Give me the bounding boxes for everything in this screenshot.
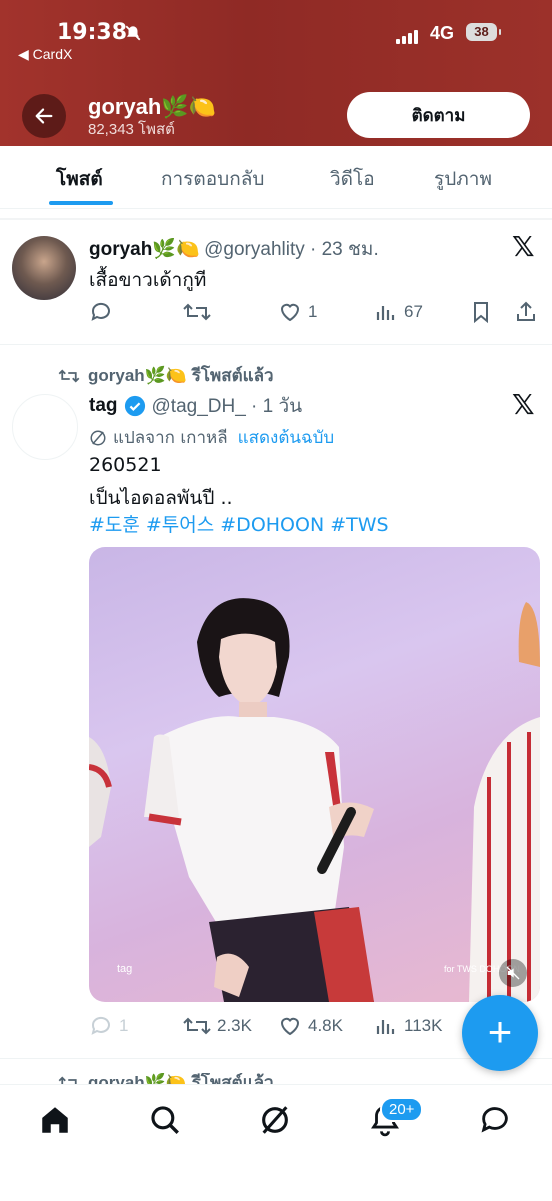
network-type: 4G <box>430 23 455 43</box>
x-logo-icon: 𝕏 <box>512 388 535 421</box>
repost-icon <box>58 368 80 383</box>
view-count: 67 <box>404 302 423 321</box>
translation-info: แปลจาก เกาหลี แสดงต้นฉบับ <box>89 424 334 451</box>
follow-button[interactable]: ติดตาม <box>347 92 530 138</box>
repost-icon <box>183 1017 211 1035</box>
repost-indicator: goryah🌿🍋 รีโพสต์แล้ว <box>58 362 274 389</box>
hashtag-link[interactable]: #DOHOON <box>220 514 324 536</box>
like-count: 1 <box>308 302 318 321</box>
mute-button[interactable] <box>499 959 527 987</box>
battery-icon: 38 <box>466 23 501 41</box>
tab-posts[interactable]: โพสต์ <box>56 164 103 194</box>
search-icon[interactable] <box>148 1103 182 1137</box>
like-button[interactable]: 4.8K <box>278 1014 343 1038</box>
tweet-text-line: เป็นไอดอลพันปี .. <box>89 487 233 509</box>
reply-icon <box>91 1016 110 1035</box>
repost-icon <box>183 303 211 321</box>
speaker-muted-icon <box>506 966 520 980</box>
views-icon <box>376 1020 395 1034</box>
translated-from: แปลจาก เกาหลี <box>113 428 228 448</box>
repost-count: 2.3K <box>217 1016 252 1035</box>
reply-count: 1 <box>119 1016 129 1035</box>
post-count: 82,343 โพสต์ <box>88 121 175 138</box>
tab-images[interactable]: รูปภาพ <box>434 164 492 194</box>
reply-icon <box>91 302 110 321</box>
repost-label: goryah🌿🍋 รีโพสต์แล้ว <box>88 1073 274 1084</box>
author-name[interactable]: tag <box>89 395 118 417</box>
messages-icon[interactable] <box>478 1103 512 1137</box>
profile-header-banner: 19:38 ◀ CardX 4G 38 goryah🌿🍋 82,343 โพสต… <box>0 0 552 146</box>
heart-icon <box>280 303 300 322</box>
hashtag-link[interactable]: #투어스 <box>146 514 214 536</box>
repost-icon <box>58 1075 77 1084</box>
signal-icon <box>396 28 422 44</box>
bookmark-icon <box>474 302 488 324</box>
like-button[interactable]: 1 <box>278 300 317 324</box>
views-icon <box>376 306 395 320</box>
video-frame-illustration: tag for TWS DOHOON <box>89 598 540 1002</box>
hashtag-link[interactable]: #TWS <box>330 514 388 536</box>
compose-post-button[interactable]: + <box>462 995 538 1071</box>
repost-label: goryah🌿🍋 รีโพสต์แล้ว <box>88 366 274 385</box>
views-button[interactable]: 67 <box>374 300 423 324</box>
hashtags: #도훈 #투어스 #DOHOON #TWS <box>89 510 395 537</box>
tweet-video[interactable]: tag for TWS DOHOON <box>89 547 540 1002</box>
repost-button[interactable]: 2.3K <box>183 1014 252 1038</box>
author-handle[interactable]: @goryahlity · 23 ชม. <box>204 239 379 260</box>
verified-badge-icon <box>124 395 145 417</box>
home-icon[interactable] <box>38 1103 72 1137</box>
avatar[interactable] <box>12 394 78 460</box>
divider <box>0 1058 552 1059</box>
arrow-left-icon <box>35 108 53 124</box>
view-count: 113K <box>404 1016 443 1035</box>
share-button[interactable] <box>514 300 544 324</box>
active-tab-indicator <box>49 201 113 205</box>
globe-slash-icon <box>90 430 106 445</box>
divider <box>0 344 552 345</box>
like-count: 4.8K <box>308 1016 343 1035</box>
tab-videos[interactable]: วิดีโอ <box>330 164 375 194</box>
video-watermark-left: tag <box>117 963 132 975</box>
tweet-text: เสื้อขาวเด้ากูที <box>89 269 207 291</box>
back-button[interactable] <box>22 94 66 138</box>
x-logo-icon: 𝕏 <box>512 230 535 263</box>
author-name[interactable]: goryah🌿🍋 <box>89 239 200 260</box>
reply-button[interactable] <box>89 300 119 324</box>
tweet-text-line: 260521 <box>89 454 162 476</box>
status-bar: 19:38 ◀ CardX 4G 38 <box>0 18 552 66</box>
bottom-navigation: 20+ <box>0 1084 552 1201</box>
repost-indicator: goryah🌿🍋 รีโพสต์แล้ว <box>58 1073 274 1084</box>
reply-button[interactable]: 1 <box>89 1014 128 1038</box>
tab-replies[interactable]: การตอบกลับ <box>161 164 264 194</box>
heart-icon <box>280 1017 300 1036</box>
plus-icon: + <box>487 1008 513 1055</box>
back-to-app-link[interactable]: ◀ CardX <box>18 46 72 63</box>
views-button[interactable]: 113K <box>374 1014 442 1038</box>
repost-button[interactable] <box>183 300 217 324</box>
bell-slash-icon <box>124 24 142 47</box>
share-icon <box>517 301 535 321</box>
notifications-badge: 20+ <box>380 1097 424 1122</box>
author-handle[interactable]: @tag_DH_ · 1 วัน <box>152 391 303 421</box>
divider <box>0 218 552 220</box>
grok-icon[interactable] <box>258 1103 292 1137</box>
avatar[interactable] <box>12 236 76 300</box>
profile-tabs: โพสต์ การตอบกลับ วิดีโอ รูปภาพ <box>0 146 552 209</box>
show-original-link[interactable]: แสดงต้นฉบับ <box>238 424 335 451</box>
bookmark-button[interactable] <box>469 300 499 324</box>
hashtag-link[interactable]: #도훈 <box>89 514 140 536</box>
status-time: 19:38 <box>57 20 128 45</box>
